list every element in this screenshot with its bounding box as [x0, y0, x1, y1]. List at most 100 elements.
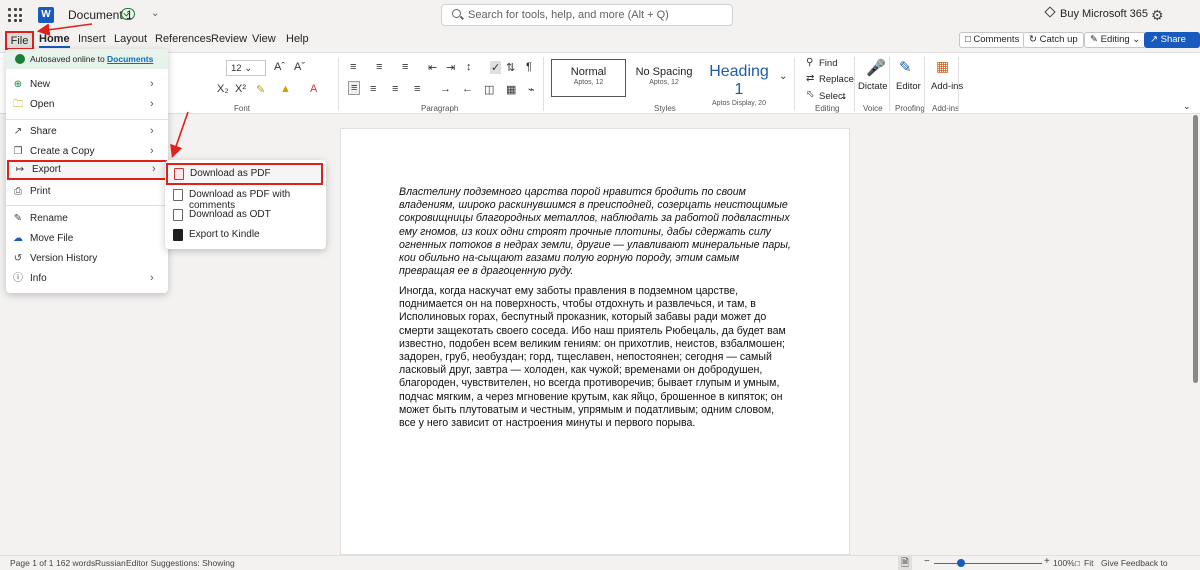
multilevel-list-icon[interactable]: ≡	[402, 61, 408, 73]
numbering-icon[interactable]: ≡	[376, 61, 382, 73]
font-color-icon[interactable]: A	[310, 83, 317, 95]
style-no-spacing[interactable]: No Spacing Aptos, 12	[628, 59, 700, 97]
menu-item-share[interactable]: ↗ Share ›	[6, 122, 168, 142]
search-input[interactable]	[468, 7, 728, 23]
decrease-indent-icon[interactable]: ⇤	[428, 61, 437, 74]
tab-file[interactable]: File	[5, 31, 34, 50]
align-left-icon[interactable]: ≡	[348, 81, 361, 95]
menu-item-create-copy[interactable]: ❐ Create a Copy ›	[6, 142, 168, 162]
zoom-level[interactable]: 100%	[1053, 558, 1075, 568]
find-button[interactable]: Find	[819, 58, 837, 69]
ribbon-tabs: File Home Insert Layout References Revie…	[0, 30, 1200, 59]
highlight-color-icon[interactable]: ▲	[280, 83, 291, 95]
documents-link[interactable]: Documents	[107, 54, 153, 64]
odt-icon	[173, 209, 183, 221]
addins-grid-icon[interactable]: ▦	[936, 58, 949, 75]
rtl-icon[interactable]: ←	[462, 83, 473, 95]
borders-icon[interactable]: ▦	[506, 83, 516, 96]
word-logo-icon[interactable]: W	[38, 7, 54, 23]
menu-item-label: Print	[30, 186, 51, 197]
tab-references[interactable]: References	[155, 33, 211, 45]
tab-layout[interactable]: Layout	[114, 33, 147, 45]
editor-button[interactable]: Editor	[896, 81, 921, 92]
download-as-odt-item[interactable]: Download as ODT	[167, 205, 324, 225]
chevron-down-icon[interactable]: ⌄	[151, 8, 159, 19]
zoom-slider-thumb[interactable]	[957, 559, 965, 567]
line-spacing-icon[interactable]: ↕	[466, 61, 472, 73]
tab-view[interactable]: View	[252, 33, 276, 45]
justify-icon[interactable]: ≡	[414, 83, 420, 95]
editor-suggestions[interactable]: Editor Suggestions: Showing	[126, 558, 235, 568]
menu-item-move-file[interactable]: ☁ Move File	[6, 229, 168, 249]
style-normal[interactable]: Normal Aptos, 12	[551, 59, 626, 97]
comments-button[interactable]: □ Comments	[959, 32, 1026, 48]
buy-microsoft-365-button[interactable]: Buy Microsoft 365	[1044, 6, 1148, 20]
zoom-out-icon[interactable]: −	[924, 556, 930, 567]
shrink-font-icon[interactable]: Aˇ	[294, 61, 305, 73]
subscript-icon[interactable]: X₂	[217, 83, 229, 95]
align-center-icon[interactable]: ≡	[370, 83, 376, 95]
bullets-icon[interactable]: ≡	[350, 61, 356, 73]
tab-review[interactable]: Review	[211, 33, 247, 45]
styles-more-icon[interactable]: ⌄	[779, 71, 787, 82]
sort-icon[interactable]: ⇅	[506, 61, 515, 74]
font-size-select[interactable]: 12 ⌄	[226, 60, 266, 76]
download-as-pdf-item[interactable]: Download as PDF	[166, 163, 323, 185]
align-right-icon[interactable]: ≡	[392, 83, 398, 95]
tab-insert[interactable]: Insert	[78, 33, 106, 45]
editor-pen-icon[interactable]: ✎	[899, 58, 912, 76]
select-chevron-icon[interactable]: ⌄	[840, 91, 848, 102]
fit-button[interactable]: Fit	[1084, 558, 1093, 568]
gear-icon[interactable]: ⚙	[1151, 8, 1164, 22]
page-count[interactable]: Page 1 of 1	[10, 558, 53, 568]
scrollbar-thumb[interactable]	[1193, 115, 1198, 383]
document-paragraph-1[interactable]: Властелину подземного царства порой нрав…	[399, 186, 791, 278]
ribbon-expand-icon[interactable]: ⌄	[1183, 101, 1191, 112]
feedback-link[interactable]: Give Feedback to Microsoft	[1101, 558, 1200, 570]
share-button[interactable]: ↗ Share ⌄	[1144, 32, 1200, 59]
menu-item-new[interactable]: ⊕ New ›	[6, 75, 168, 95]
menu-item-version-history[interactable]: ↺ Version History	[6, 249, 168, 269]
menu-item-label: Version History	[30, 253, 98, 264]
pdf-icon	[174, 168, 184, 180]
download-as-pdf-with-comments-item[interactable]: Download as PDF with comments	[167, 185, 324, 211]
microphone-icon[interactable]: 🎤	[866, 58, 886, 78]
grow-font-icon[interactable]: Aˆ	[274, 61, 285, 73]
dictate-button[interactable]: Dictate	[858, 81, 888, 92]
saved-status-icon	[121, 8, 135, 20]
word-count[interactable]: 162 words	[56, 558, 95, 568]
catch-up-button[interactable]: ↻ Catch up	[1023, 32, 1084, 48]
print-layout-icon[interactable]: 🗎	[898, 556, 913, 570]
shading-icon[interactable]: ◫	[484, 83, 494, 96]
pilcrow-icon[interactable]: ¶	[526, 61, 532, 73]
chevron-right-icon: ›	[152, 163, 156, 175]
zoom-slider[interactable]	[934, 563, 1042, 564]
app-launcher-icon[interactable]	[8, 8, 22, 22]
replace-button[interactable]: Replace	[819, 74, 854, 85]
tab-home[interactable]: Home	[39, 33, 70, 48]
editing-mode-button[interactable]: ✎ Editing ⌄	[1084, 32, 1147, 48]
search-box[interactable]	[441, 4, 733, 26]
menu-item-rename[interactable]: ✎ Rename	[6, 209, 168, 229]
zoom-in-icon[interactable]: +	[1044, 556, 1050, 567]
vertical-scrollbar[interactable]	[1192, 115, 1200, 555]
replace-icon: ⇄	[806, 73, 815, 84]
tab-help[interactable]: Help	[286, 33, 309, 45]
submenu-item-label: Download as ODT	[189, 209, 271, 220]
language-indicator[interactable]: Russian	[95, 558, 126, 568]
style-heading-1[interactable]: Heading 1 Aptos Display, 20	[702, 59, 776, 107]
increase-indent-icon[interactable]: ⇥	[446, 61, 455, 74]
menu-item-info[interactable]: ⓘ Info ›	[6, 269, 168, 289]
paragraph-options-icon[interactable]: ⌁	[528, 83, 535, 96]
autoformat-icon[interactable]: ✓	[490, 61, 502, 74]
ltr-icon[interactable]: →	[440, 83, 451, 95]
export-to-kindle-item[interactable]: Export to Kindle	[167, 225, 324, 245]
style-name: Normal	[570, 66, 607, 78]
menu-item-export[interactable]: ↦ Export ›	[7, 160, 167, 180]
menu-item-print[interactable]: ⎙ Print	[6, 182, 168, 202]
menu-item-open[interactable]: 🗀 Open ›	[6, 95, 168, 115]
highlight-icon[interactable]: ✎	[256, 83, 265, 96]
ribbon-separator	[854, 57, 855, 111]
document-paragraph-2[interactable]: Иногда, когда наскучат ему заботы правле…	[399, 285, 791, 430]
superscript-icon[interactable]: X²	[235, 83, 246, 95]
